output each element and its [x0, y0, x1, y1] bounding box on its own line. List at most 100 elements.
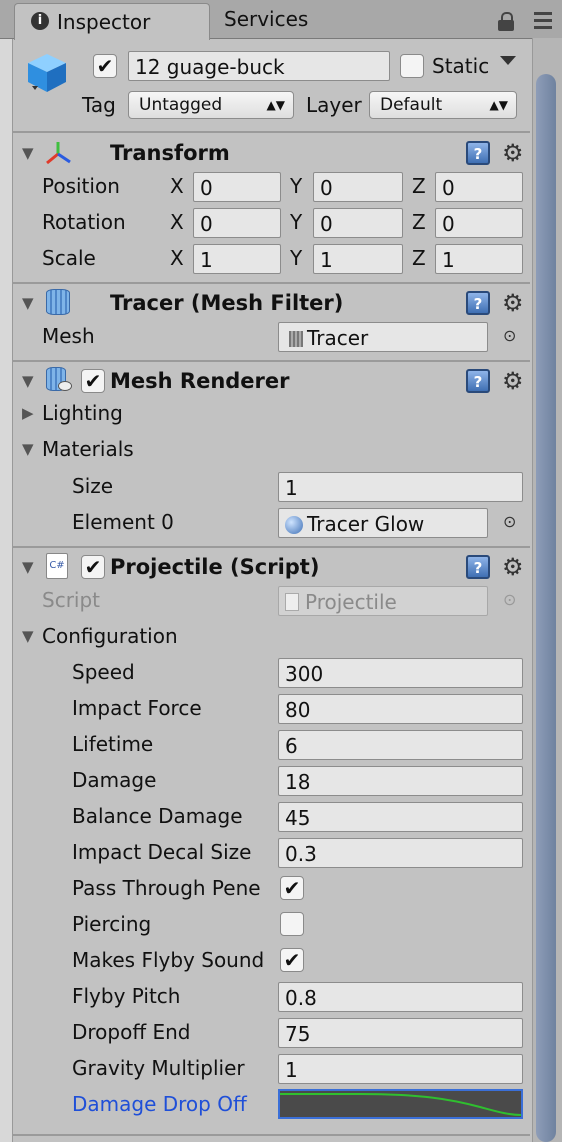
position-x-field[interactable]: 0: [193, 172, 281, 202]
gear-icon[interactable]: ⚙: [502, 555, 524, 579]
mesh-renderer-foldout-icon[interactable]: ▼: [22, 366, 34, 396]
scale-x-label[interactable]: X: [170, 243, 184, 273]
transform-title: Transform: [110, 141, 230, 165]
scale-label: Scale: [42, 246, 96, 270]
rotation-y-label[interactable]: Y: [290, 207, 302, 237]
scale-z-label[interactable]: Z: [412, 243, 426, 273]
rotation-x-field[interactable]: 0: [193, 208, 281, 238]
rotation-z-label[interactable]: Z: [412, 207, 426, 237]
help-icon[interactable]: ?: [466, 555, 490, 579]
active-checkbox[interactable]: ✔: [93, 54, 117, 78]
static-dropdown-icon[interactable]: [500, 56, 516, 65]
materials-size-field[interactable]: 1: [278, 472, 523, 502]
speed-label: Speed: [72, 660, 135, 684]
mesh-filter-icon: [46, 289, 70, 315]
element0-object-field[interactable]: Tracer Glow: [278, 508, 488, 538]
damage-drop-off-curve-field[interactable]: [278, 1089, 523, 1119]
flyby-sound-label: Makes Flyby Sound: [72, 948, 265, 972]
mesh-label: Mesh: [42, 324, 95, 348]
pass-through-checkbox[interactable]: ✔: [280, 876, 304, 900]
rotation-z-field[interactable]: 0: [435, 208, 523, 238]
mesh-filter-foldout-icon[interactable]: ▼: [22, 288, 34, 318]
tag-label: Tag: [82, 93, 116, 117]
updown-arrow-icon: ▲▼: [266, 98, 285, 112]
divider: [12, 546, 530, 548]
object-picker-icon: ⊙: [503, 590, 517, 609]
gravity-multiplier-field[interactable]: 1: [278, 1054, 523, 1084]
scale-x-field[interactable]: 1: [193, 244, 281, 274]
script-value: Projectile: [305, 590, 397, 614]
balance-damage-field[interactable]: 45: [278, 802, 523, 832]
mesh-asset-icon: [289, 331, 303, 347]
position-label: Position: [42, 174, 120, 198]
rotation-label: Rotation: [42, 210, 126, 234]
object-picker-icon[interactable]: ⊙: [503, 507, 516, 537]
mesh-filter-title: Tracer (Mesh Filter): [110, 291, 344, 315]
mesh-renderer-enabled-checkbox[interactable]: ✔: [81, 369, 105, 393]
flyby-sound-checkbox[interactable]: ✔: [280, 948, 304, 972]
position-y-label[interactable]: Y: [290, 171, 302, 201]
dropoff-end-label: Dropoff End: [72, 1020, 191, 1044]
rotation-y-field[interactable]: 0: [313, 208, 403, 238]
tag-dropdown-value: Untagged: [139, 95, 223, 115]
piercing-checkbox[interactable]: [280, 912, 304, 936]
position-y-field[interactable]: 0: [313, 172, 403, 202]
static-label: Static: [432, 54, 490, 78]
gear-icon[interactable]: ⚙: [502, 291, 524, 315]
scale-y-label[interactable]: Y: [290, 243, 302, 273]
help-icon[interactable]: ?: [466, 141, 490, 165]
dropoff-end-field[interactable]: 75: [278, 1018, 523, 1048]
layer-dropdown-value: Default: [380, 95, 443, 115]
balance-damage-label: Balance Damage: [72, 804, 243, 828]
object-name-field[interactable]: 12 guage-buck: [128, 51, 390, 81]
script-file-icon: [285, 593, 299, 611]
layer-label: Layer: [306, 93, 362, 117]
tab-inspector[interactable]: i Inspector: [14, 3, 210, 40]
lighting-label[interactable]: Lighting: [42, 398, 123, 428]
scrollbar-thumb[interactable]: [536, 74, 556, 1142]
scale-z-field[interactable]: 1: [435, 244, 523, 274]
tab-inspector-label: Inspector: [57, 10, 151, 34]
lock-icon[interactable]: [498, 12, 514, 31]
speed-field[interactable]: 300: [278, 658, 523, 688]
damage-curve: [280, 1093, 522, 1116]
flyby-pitch-label: Flyby Pitch: [72, 984, 181, 1008]
flyby-pitch-field[interactable]: 0.8: [278, 982, 523, 1012]
updown-arrow-icon: ▲▼: [489, 98, 508, 112]
materials-label[interactable]: Materials: [42, 434, 134, 464]
configuration-foldout-icon[interactable]: ▼: [22, 621, 34, 651]
tab-services[interactable]: Services: [212, 3, 362, 37]
configuration-label[interactable]: Configuration: [42, 621, 178, 651]
static-checkbox[interactable]: [400, 54, 424, 78]
position-z-label[interactable]: Z: [412, 171, 426, 201]
position-z-field[interactable]: 0: [435, 172, 523, 202]
projectile-enabled-checkbox[interactable]: ✔: [81, 555, 105, 579]
rotation-x-label[interactable]: X: [170, 207, 184, 237]
mesh-object-field[interactable]: Tracer: [278, 322, 488, 352]
damage-field[interactable]: 18: [278, 766, 523, 796]
impact-force-label: Impact Force: [72, 696, 202, 720]
transform-foldout-icon[interactable]: ▼: [22, 138, 34, 168]
gear-icon[interactable]: ⚙: [502, 141, 524, 165]
help-icon[interactable]: ?: [466, 369, 490, 393]
object-picker-icon[interactable]: ⊙: [503, 321, 516, 351]
gear-icon[interactable]: ⚙: [502, 369, 524, 393]
layer-dropdown[interactable]: Default ▲▼: [369, 91, 517, 119]
impact-force-field[interactable]: 80: [278, 694, 523, 724]
element0-label: Element 0: [72, 510, 174, 534]
gravity-multiplier-label: Gravity Multiplier: [72, 1056, 245, 1080]
gameobject-cube-icon: [24, 50, 70, 94]
help-icon[interactable]: ?: [466, 291, 490, 315]
projectile-foldout-icon[interactable]: ▼: [22, 552, 34, 582]
lifetime-field[interactable]: 6: [278, 730, 523, 760]
tag-dropdown[interactable]: Untagged ▲▼: [128, 91, 294, 119]
mesh-renderer-title: Mesh Renderer: [110, 369, 290, 393]
impact-decal-size-label: Impact Decal Size: [72, 840, 252, 864]
lighting-foldout-icon[interactable]: ▶: [22, 398, 34, 428]
scale-y-field[interactable]: 1: [313, 244, 403, 274]
materials-foldout-icon[interactable]: ▼: [22, 434, 34, 464]
panel-menu-icon[interactable]: [534, 12, 552, 30]
impact-decal-size-field[interactable]: 0.3: [278, 838, 523, 868]
position-x-label[interactable]: X: [170, 171, 184, 201]
piercing-label: Piercing: [72, 912, 152, 936]
